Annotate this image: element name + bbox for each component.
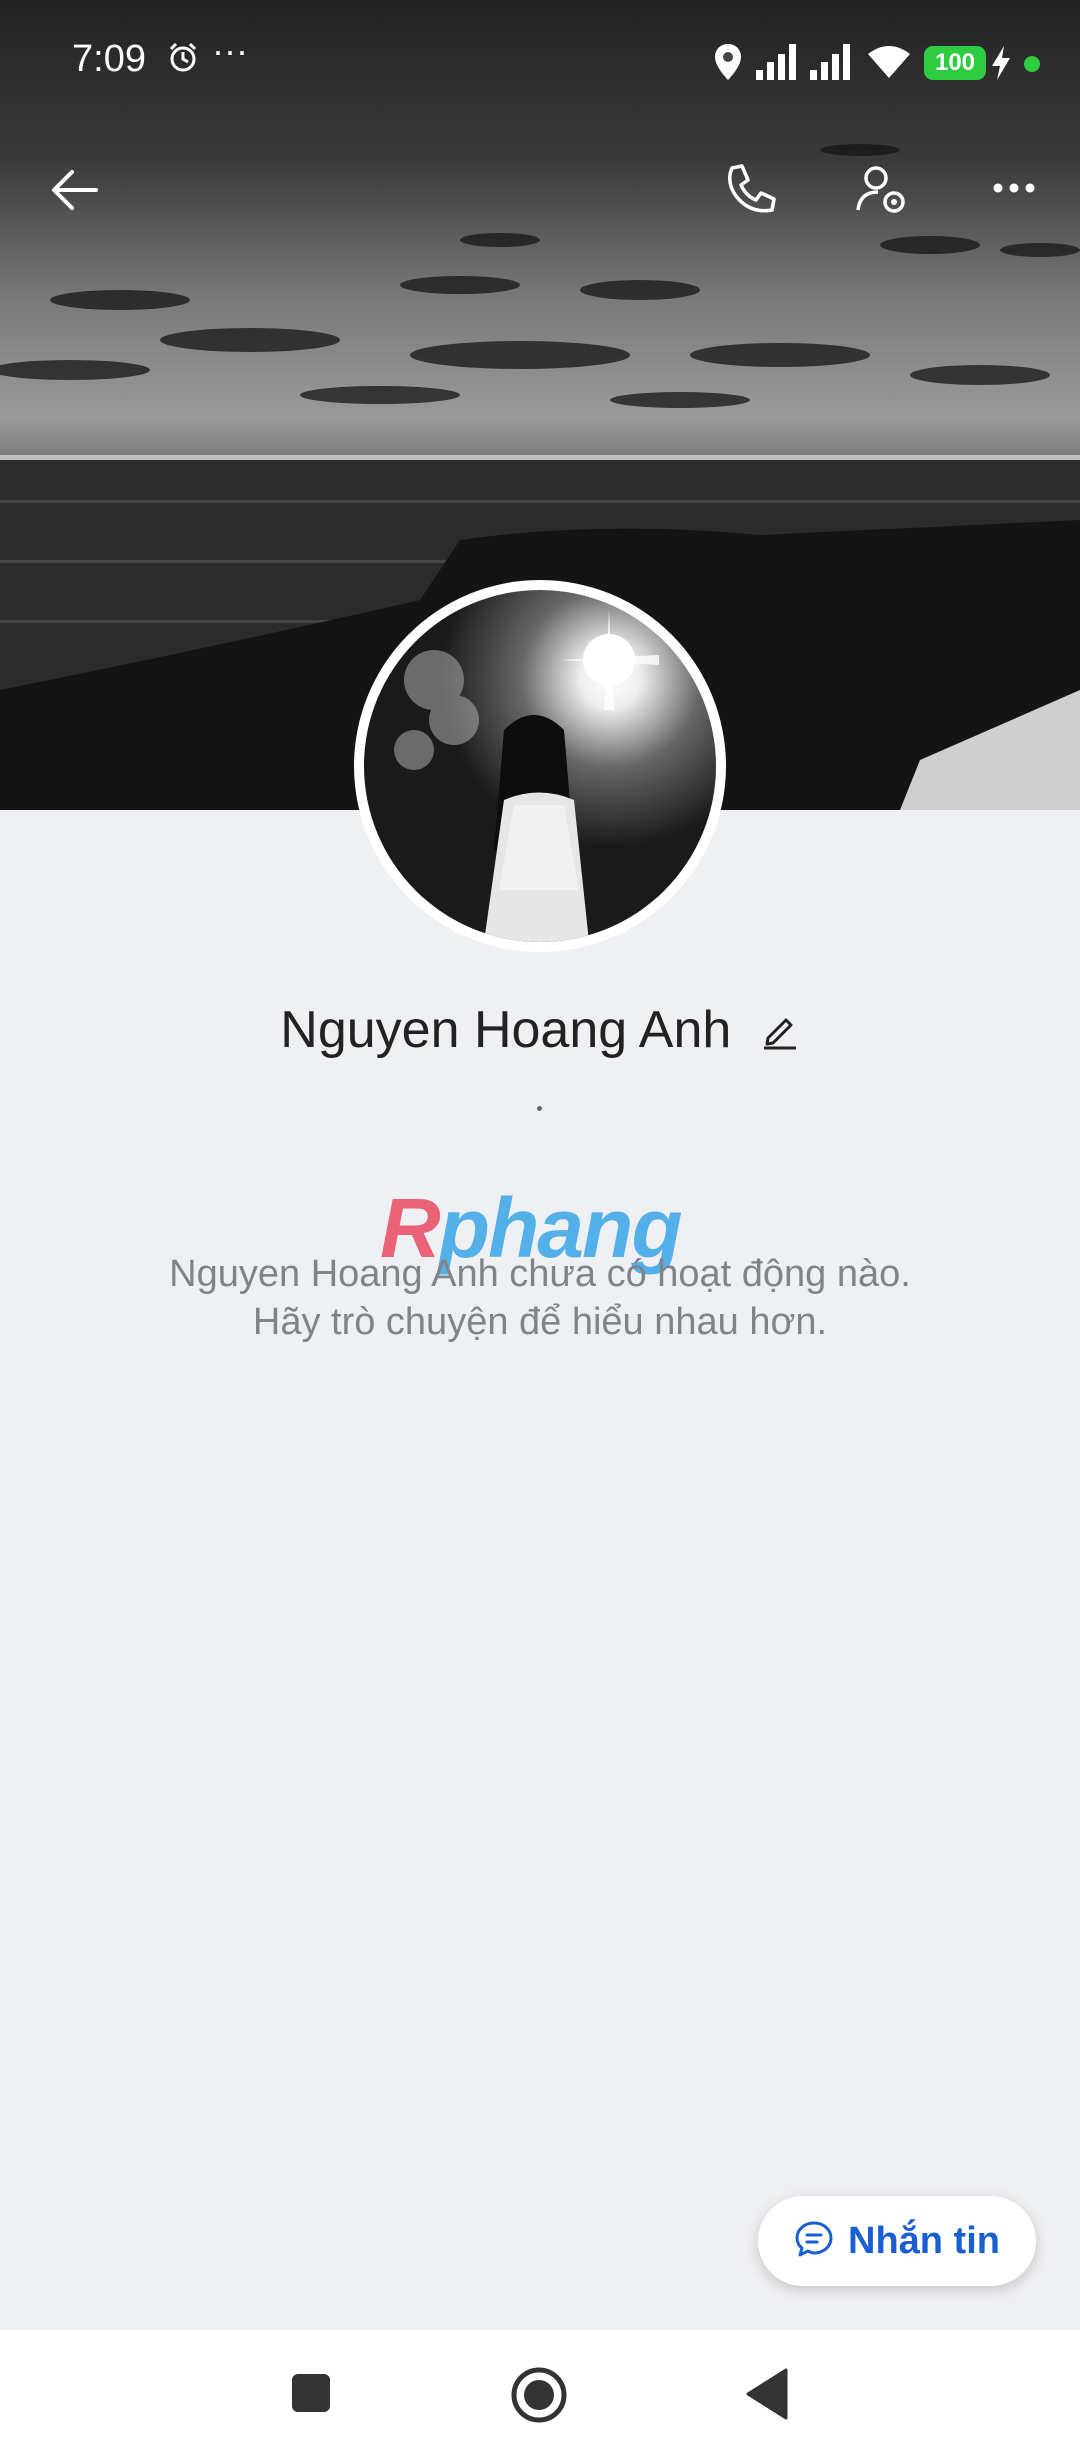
- profile-name-row: Nguyen Hoang Anh: [0, 1000, 1080, 1060]
- battery-indicator: 100: [924, 46, 986, 80]
- system-nav-bar: [0, 2330, 1080, 2460]
- chat-bubble-icon: [794, 2219, 834, 2264]
- signal-icon: [810, 44, 854, 85]
- status-bar: 7:09 ··· 100: [0, 0, 1080, 128]
- home-circle-icon[interactable]: [510, 2366, 568, 2429]
- avatar[interactable]: [354, 580, 726, 952]
- empty-activity-message: Nguyen Hoang Anh chưa có hoạt động nào. …: [0, 1250, 1080, 1346]
- privacy-indicator-dot: [1024, 56, 1040, 72]
- signal-icon: [756, 44, 800, 85]
- more-options-button[interactable]: [974, 150, 1054, 230]
- send-message-button[interactable]: Nhắn tin: [758, 2196, 1036, 2286]
- call-button[interactable]: [710, 150, 790, 230]
- wifi-icon: [866, 44, 912, 85]
- location-icon: [712, 42, 744, 87]
- recents-square-icon[interactable]: [290, 2372, 332, 2419]
- charging-icon: [992, 46, 1010, 85]
- user-settings-icon: [842, 166, 922, 234]
- send-message-label: Nhắn tin: [848, 2219, 1000, 2262]
- profile-name: Nguyen Hoang Anh: [280, 1001, 732, 1059]
- profile-settings-button[interactable]: [842, 150, 922, 230]
- alarm-icon: [166, 40, 200, 79]
- back-button[interactable]: [36, 150, 116, 230]
- phone-icon: [710, 164, 790, 234]
- edit-pencil-icon[interactable]: [760, 1010, 800, 1050]
- empty-message-line-1: Nguyen Hoang Anh chưa có hoạt động nào.: [169, 1253, 911, 1295]
- back-arrow-icon: [36, 170, 116, 234]
- notification-more-indicator: ···: [212, 30, 248, 71]
- back-triangle-icon[interactable]: [744, 2368, 788, 2425]
- more-icon: [974, 183, 1054, 234]
- status-time: 7:09: [72, 38, 146, 80]
- status-dot: [537, 1106, 542, 1111]
- avatar-photo: [364, 590, 716, 942]
- empty-message-line-2: Hãy trò chuyện để hiểu nhau hơn.: [252, 1301, 828, 1343]
